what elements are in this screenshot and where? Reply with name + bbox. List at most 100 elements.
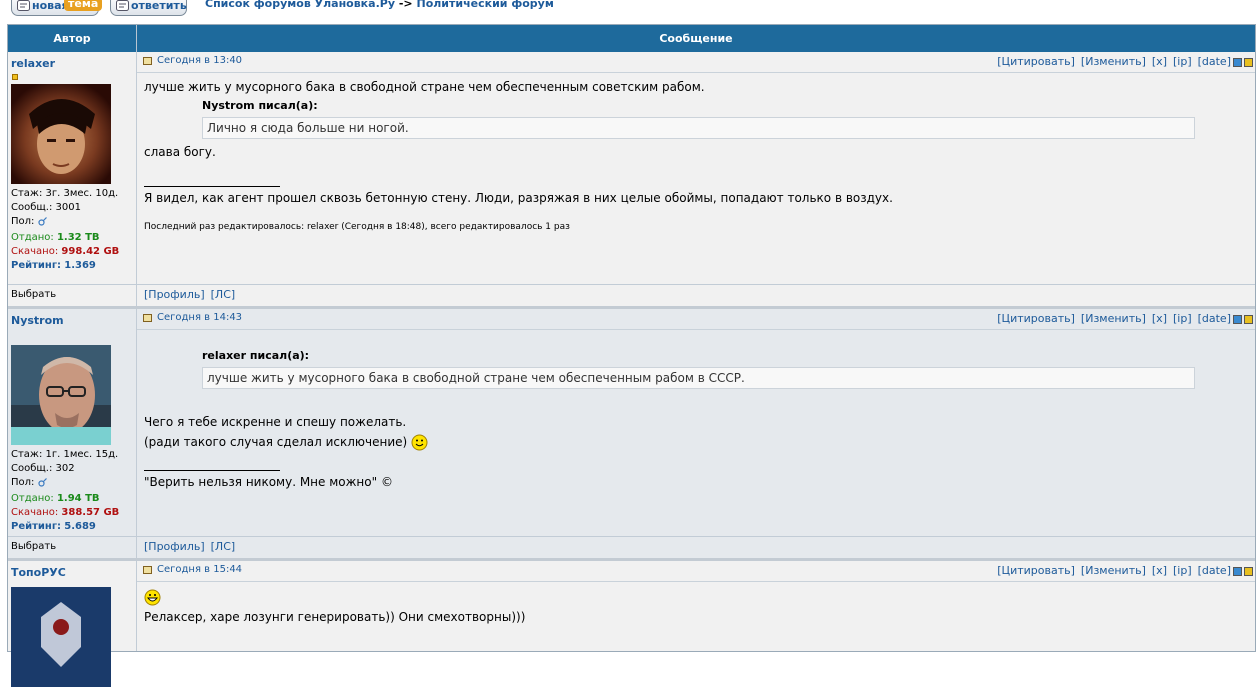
yellow-square-icon: [1244, 57, 1253, 67]
select-label[interactable]: Выбрать: [8, 285, 137, 306]
reply-button[interactable]: ответить: [110, 0, 187, 16]
delete-button[interactable]: [x]: [1152, 564, 1167, 577]
uploaded-value: 1.32 TB: [56, 232, 100, 243]
blue-square-icon: [1233, 314, 1242, 324]
author-uploaded: Отдано: 1.94 TB: [11, 492, 136, 506]
post-row: Nystrom Стаж: 1г. 1мес. 15д. Сообщ.: 302…: [8, 309, 1255, 536]
male-icon: [37, 216, 47, 226]
pm-link[interactable]: [ЛС]: [211, 288, 236, 301]
yellow-square-icon: [1244, 314, 1253, 324]
post-header: Сегодня в 14:43 [Цитировать] [Изменить] [x…: [137, 309, 1255, 330]
rating-label: Рейтинг:: [11, 260, 62, 271]
author-downloaded: Скачано: 388.57 GB: [11, 506, 136, 520]
profile-link[interactable]: [Профиль]: [144, 540, 205, 553]
post-text: лучше жить у мусорного бака в свободной …: [144, 80, 705, 94]
post-actions: [Цитировать] [Изменить] [x] [ip] [date]: [991, 55, 1253, 68]
breadcrumb-separator: ->: [398, 0, 413, 10]
quote-box: Лично я сюда больше ни ногой.: [202, 117, 1195, 139]
delete-button[interactable]: [x]: [1152, 55, 1167, 68]
author-name[interactable]: Nystrom: [11, 314, 136, 327]
new-topic-label-2: тема: [64, 0, 103, 11]
post-header: Сегодня в 13:40 [Цитировать] [Изменить] [x…: [137, 52, 1255, 73]
author-tenure: Стаж: 3г. 3мес. 10д.: [11, 188, 119, 199]
uploaded-value: 1.94 TB: [56, 493, 100, 504]
post-message-cell: Сегодня в 14:43 [Цитировать] [Изменить] [x…: [137, 309, 1255, 536]
ip-button[interactable]: [ip]: [1173, 564, 1192, 577]
post-actions: [Цитировать] [Изменить] [x] [ip] [date]: [991, 312, 1253, 325]
post-footer: Выбрать [Профиль] [ЛС]: [8, 284, 1255, 309]
post-date[interactable]: Сегодня в 15:44: [157, 564, 242, 575]
post-message-cell: Сегодня в 15:44 [Цитировать] [Изменить] [x…: [137, 561, 1255, 651]
quote-author: Nystrom писал(а):: [202, 99, 318, 112]
author-name[interactable]: ТопоРУС: [11, 566, 136, 579]
pm-link[interactable]: [ЛС]: [211, 540, 236, 553]
signature-divider: [144, 186, 280, 187]
edit-button[interactable]: [Изменить]: [1081, 312, 1146, 325]
reply-label: ответить: [131, 0, 187, 12]
rank-icon: [12, 74, 18, 80]
rating-value: 1.369: [64, 260, 96, 271]
post-body: relaxer писал(а): лучше жить у мусорного…: [137, 330, 1255, 490]
signature-divider: [144, 470, 280, 471]
posts-table: Автор Сообщение relaxer Стаж: 3г. 3мес. …: [7, 24, 1256, 687]
uploaded-label: Отдано:: [11, 493, 54, 504]
delete-button[interactable]: [x]: [1152, 312, 1167, 325]
post-footer: Выбрать [Профиль] [ЛС]: [8, 536, 1255, 561]
author-rating: Рейтинг: 1.369: [11, 259, 136, 273]
new-topic-button[interactable]: новая тема: [11, 0, 103, 16]
quote-button[interactable]: [Цитировать]: [997, 312, 1075, 325]
post-text: Релаксер, харе лозунги генерировать)) Он…: [144, 610, 526, 624]
edited-note: Последний раз редактировалось: relaxer (…: [144, 222, 570, 232]
top-toolbar: новая тема ответить Список форумов Улано…: [0, 0, 1257, 22]
gender-label: Пол:: [11, 477, 35, 488]
quote-box: лучше жить у мусорного бака в свободной …: [202, 367, 1195, 389]
date-button[interactable]: [date]: [1198, 564, 1231, 577]
author-messages: Сообщ.: 302: [11, 463, 75, 474]
post-icon: [143, 566, 152, 574]
author-column-header: Автор: [8, 25, 137, 52]
breadcrumb-current[interactable]: Политический форум: [416, 0, 553, 10]
avatar: [11, 587, 111, 687]
message-column-header: Сообщение: [659, 32, 733, 45]
quote-author: relaxer писал(а):: [202, 349, 310, 362]
post-text: Чего я тебе искренне и спешу пожелать.: [144, 415, 407, 429]
gender-label: Пол:: [11, 216, 35, 227]
profile-link[interactable]: [Профиль]: [144, 288, 205, 301]
post-text-line: (ради такого случая сделал исключение): [144, 434, 1255, 451]
post-footer-links: [Профиль] [ЛС]: [137, 285, 1255, 306]
edit-button[interactable]: [Изменить]: [1081, 564, 1146, 577]
ip-button[interactable]: [ip]: [1173, 55, 1192, 68]
post-date[interactable]: Сегодня в 13:40: [157, 55, 242, 66]
downloaded-value: 388.57 GB: [61, 507, 120, 518]
breadcrumb-forum-list[interactable]: Список форумов Улановка.Ру: [205, 0, 395, 10]
avatar: [11, 345, 111, 445]
author-messages: Сообщ.: 3001: [11, 202, 81, 213]
post-icon: [143, 314, 152, 322]
grin-icon: [144, 589, 161, 606]
author-uploaded: Отдано: 1.32 TB: [11, 231, 136, 245]
date-button[interactable]: [date]: [1198, 312, 1231, 325]
post-author-cell: ТопоРУС: [8, 561, 137, 687]
quote-button[interactable]: [Цитировать]: [997, 55, 1075, 68]
author-name[interactable]: relaxer: [11, 57, 136, 70]
quote-button[interactable]: [Цитировать]: [997, 564, 1075, 577]
signature: "Верить нельзя никому. Мне можно" ©: [144, 475, 393, 489]
post-date[interactable]: Сегодня в 14:43: [157, 312, 242, 323]
post-row: relaxer Стаж: 3г. 3мес. 10д. Сообщ.: 300…: [8, 52, 1255, 284]
breadcrumb: Список форумов Улановка.Ру -> Политическ…: [205, 0, 554, 10]
select-label[interactable]: Выбрать: [8, 537, 137, 558]
table-header: Автор Сообщение: [8, 25, 1255, 52]
post-header: Сегодня в 15:44 [Цитировать] [Изменить] [x…: [137, 561, 1255, 582]
rating-label: Рейтинг:: [11, 521, 62, 532]
date-button[interactable]: [date]: [1198, 55, 1231, 68]
male-icon: [37, 477, 47, 487]
edit-button[interactable]: [Изменить]: [1081, 55, 1146, 68]
post-text: слава богу.: [144, 145, 216, 159]
post-body: Релаксер, харе лозунги генерировать)) Он…: [137, 582, 1255, 625]
downloaded-label: Скачано:: [11, 507, 59, 518]
reply-icon: [116, 0, 129, 11]
author-gender: Пол:: [11, 476, 136, 490]
ip-button[interactable]: [ip]: [1173, 312, 1192, 325]
author-tenure: Стаж: 1г. 1мес. 15д.: [11, 449, 119, 460]
author-downloaded: Скачано: 998.42 GB: [11, 245, 136, 259]
